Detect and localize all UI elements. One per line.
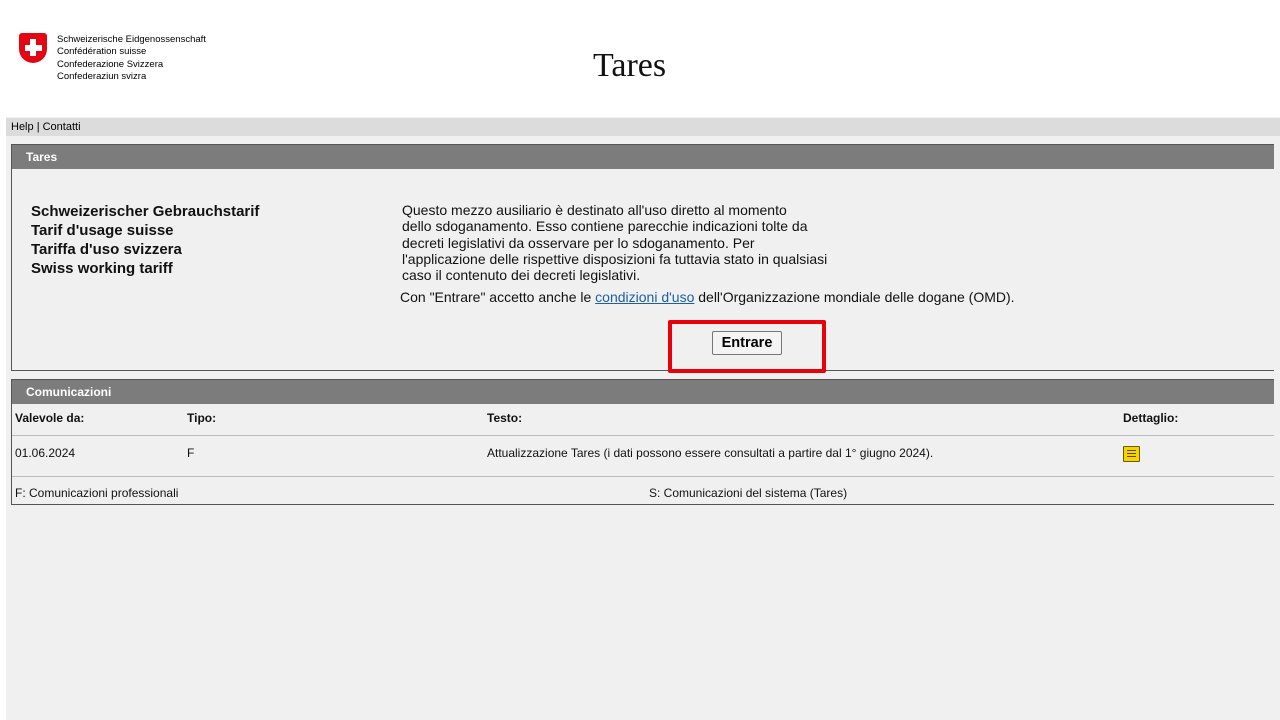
logo-line-de: Schweizerische Eidgenossenschaft bbox=[57, 34, 206, 45]
description-line: l'applicazione delle rispettive disposiz… bbox=[402, 250, 828, 267]
column-valid-from: Valevole da: bbox=[15, 411, 85, 425]
help-link[interactable]: Help bbox=[11, 121, 34, 133]
swiss-flag-icon bbox=[19, 33, 47, 63]
column-type: Tipo: bbox=[187, 411, 217, 425]
description-line: caso il contenuto dei decreti legislativ… bbox=[402, 267, 641, 284]
tares-description: Questo mezzo ausiliario è destinato all'… bbox=[402, 202, 862, 283]
table-row: 01.06.2024 F Attualizzazione Tares (i da… bbox=[12, 436, 1274, 477]
page-title: Tares bbox=[593, 47, 667, 84]
top-nav-bar: Help | Contatti bbox=[6, 118, 1280, 136]
description-line: decreti legislativi da osservare per lo … bbox=[402, 234, 755, 251]
tares-panel-header: Tares bbox=[12, 145, 1274, 169]
logo-line-fr: Confédération suisse bbox=[57, 46, 147, 58]
logo-line-it: Confederazione Svizzera bbox=[57, 58, 164, 70]
column-text: Testo: bbox=[487, 411, 523, 425]
accept-suffix: dell'Organizzazione mondiale delle dogan… bbox=[694, 289, 1015, 305]
description-line: Questo mezzo ausiliario è destinato all'… bbox=[402, 202, 787, 218]
communications-table-header: Valevole da: Tipo: Testo: Dettaglio: bbox=[12, 404, 1274, 436]
row-type: F bbox=[187, 446, 195, 460]
row-text: Attualizzazione Tares (i dati possono es… bbox=[487, 446, 934, 460]
enter-button[interactable]: Entrare bbox=[712, 331, 782, 355]
legend-professional: F: Comunicazioni professionali bbox=[15, 486, 179, 500]
accept-prefix: Con "Entrare" accetto anche le bbox=[400, 289, 596, 305]
tariff-names: Schweizerischer Gebrauchstarif Tarif d'u… bbox=[31, 202, 259, 278]
logo-line-rm: Confederaziun svizra bbox=[57, 70, 147, 82]
legend-system: S: Comunicazioni del sistema (Tares) bbox=[649, 486, 848, 500]
communications-panel-header: Comunicazioni bbox=[12, 380, 1274, 404]
nav-separator: | bbox=[36, 121, 40, 133]
swiss-confederation-logo: Schweizerische Eidgenossenschaft Confédé… bbox=[19, 33, 206, 83]
communications-panel: Comunicazioni Valevole da: Tipo: Testo: … bbox=[11, 379, 1274, 505]
tariff-name-it: Tariffa d'uso svizzera bbox=[31, 241, 182, 258]
logo-text: Schweizerische Eidgenossenschaft Confédé… bbox=[57, 34, 206, 83]
terms-acceptance-text: Con "Entrare" accetto anche le condizion… bbox=[400, 289, 1015, 305]
terms-of-use-link[interactable]: condizioni d'uso bbox=[595, 289, 694, 305]
column-detail: Dettaglio: bbox=[1123, 411, 1179, 425]
tariff-name-fr: Tarif d'usage suisse bbox=[31, 222, 174, 239]
tares-panel: Tares Schweizerischer Gebrauchstarif Tar… bbox=[11, 144, 1274, 371]
tariff-name-de: Schweizerischer Gebrauchstarif bbox=[31, 203, 260, 220]
tariff-name-en: Swiss working tariff bbox=[31, 260, 173, 277]
document-icon[interactable] bbox=[1123, 446, 1140, 462]
description-line: dello sdoganamento. Esso contiene parecc… bbox=[402, 218, 808, 235]
row-valid-from: 01.06.2024 bbox=[15, 446, 76, 460]
contacts-link[interactable]: Contatti bbox=[43, 121, 81, 133]
